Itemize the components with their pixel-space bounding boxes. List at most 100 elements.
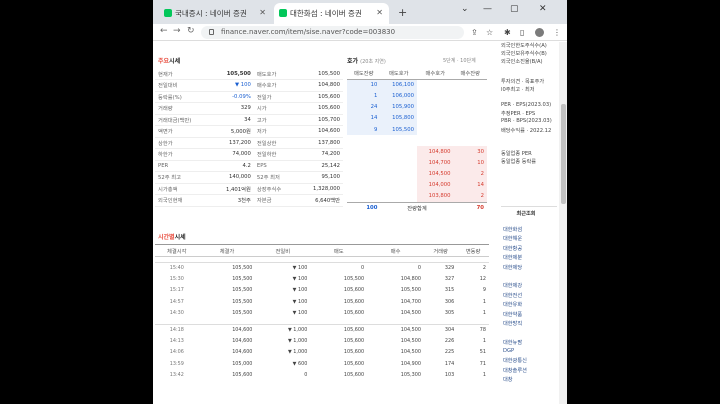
bid-price: 104,700	[400, 298, 421, 305]
recent-stock-link[interactable]: 대한화섬	[503, 226, 557, 235]
chevron-down-icon[interactable]: ⌄	[461, 4, 469, 14]
quote-label: 자본금	[253, 194, 297, 207]
history-header-cell: 체결가	[198, 244, 256, 257]
scrollbar-track[interactable]	[559, 42, 567, 404]
empty-cell	[380, 180, 417, 191]
trade-price: 105,500	[232, 276, 253, 283]
extensions-icon[interactable]: ✱	[504, 28, 511, 37]
quote-label: 상장주식수	[253, 183, 297, 195]
empty-cell	[380, 169, 417, 180]
recent-stock-link[interactable]: 대창	[503, 376, 557, 385]
sidebar-icon[interactable]: ▯	[520, 28, 524, 37]
quote-value: 104,800	[296, 79, 343, 92]
empty-cell	[380, 191, 417, 202]
recent-stock-link[interactable]: 대한제당	[503, 264, 557, 273]
volume: 226	[444, 338, 455, 345]
empty-cell	[417, 124, 454, 135]
empty-cell	[417, 79, 454, 90]
minimize-icon[interactable]: —	[483, 4, 492, 14]
history-row: 14:06 104,600 ▼ 1,000 105,600 104,500 225 51	[155, 347, 489, 358]
lock-icon	[209, 29, 214, 35]
volume-change: 51	[479, 349, 486, 356]
quote-value: 137,200	[210, 137, 254, 149]
quote-row: 상한가 137,200 전일상한 137,800	[155, 137, 343, 149]
quote-row: 외국인현재 3천주 자본금 6,640백만	[155, 194, 343, 207]
volume: 304	[444, 327, 455, 334]
forward-icon[interactable]: →	[173, 26, 181, 36]
price-change: ▼ 600	[292, 360, 308, 367]
volume-change: 2	[482, 265, 486, 272]
maximize-icon[interactable]: ▢	[510, 4, 519, 14]
history-header: 체결시각 체결가 전일비 매도 매수 거래량 변동량	[155, 244, 489, 257]
bookmark-star-icon[interactable]: ☆	[486, 28, 493, 37]
quote-value: 105,700	[296, 114, 343, 126]
recent-stock-link[interactable]: 대한제강	[503, 282, 557, 291]
quote-value: 137,800	[296, 137, 343, 149]
share-icon[interactable]: ⇪	[471, 28, 478, 37]
industry-label: 동일업종 PER	[501, 151, 532, 157]
ask-row: 14 105,800	[347, 112, 487, 124]
trade-price: 104,600	[232, 349, 253, 356]
ask-price: 105,900	[380, 101, 417, 113]
quote-value: 25,142	[296, 160, 343, 172]
bid-row: 103,800 2	[347, 191, 487, 203]
tab-daehan-hwaseom[interactable]: 대한화섬 : 네이버 증권 ✕	[274, 3, 389, 24]
trade-time: 14:57	[169, 298, 184, 305]
quote-value: -0.09%	[210, 91, 254, 103]
volume-change: 1	[482, 371, 486, 378]
quote-label: 전일하한	[253, 148, 297, 161]
quote-value: 4.2	[210, 160, 254, 172]
price-change: ▼ 100	[292, 287, 308, 294]
volume: 103	[444, 371, 455, 378]
volume: 174	[444, 360, 455, 367]
orderbook-levels-toggle[interactable]: 5단계 · 10단계	[443, 57, 476, 64]
profile-avatar[interactable]	[535, 28, 544, 37]
ask-price: 105,600	[343, 349, 365, 356]
ask-row: 24 105,900	[347, 101, 487, 113]
volume: 329	[444, 265, 455, 272]
quote-label: 저가	[253, 125, 297, 138]
total-label: 잔량합계	[380, 201, 454, 214]
recent-stock-link[interactable]: 대한항공	[503, 245, 557, 254]
metric-label: PER · EPS(2023.03)	[501, 102, 552, 108]
trade-time: 14:06	[169, 349, 184, 356]
price-change: 0	[304, 371, 308, 378]
quote-label: 현재가	[155, 68, 211, 80]
close-tab-icon[interactable]: ✕	[376, 8, 383, 17]
recent-stock-link[interactable]	[503, 329, 557, 338]
close-tab-icon[interactable]: ✕	[259, 8, 266, 17]
menu-icon[interactable]: ⋮	[553, 28, 561, 37]
back-icon[interactable]: ←	[160, 26, 168, 36]
recent-stock-link[interactable]: 대한해운	[503, 235, 557, 244]
recent-stock-link[interactable]: 대창솔루션	[503, 367, 557, 376]
tab-domestic-market[interactable]: 국내증시 : 네이버 증권 ✕	[159, 3, 272, 24]
close-window-icon[interactable]: ✕	[539, 4, 547, 14]
recent-stock-link[interactable]	[503, 273, 557, 282]
recent-stock-link[interactable]: 대한유화	[503, 301, 557, 310]
volume-change: 9	[482, 287, 486, 294]
trade-price: 105,500	[232, 265, 253, 272]
volume-change: 1	[482, 309, 486, 316]
new-tab-icon[interactable]: +	[398, 6, 407, 19]
quote-row: 시가총액 1,401억원 상장주식수 1,328,000	[155, 183, 343, 195]
tab-bar: 국내증시 : 네이버 증권 ✕ 대한화섬 : 네이버 증권 ✕ + ⌄ — ▢ …	[153, 0, 567, 24]
orderbook-header-cell: 매도호가	[380, 68, 417, 80]
scrollbar-thumb[interactable]	[561, 104, 566, 204]
quote-label: 하한가	[155, 148, 211, 161]
quote-row: 전일대비 ▼ 100 매수호가 104,800	[155, 79, 343, 92]
quote-row: 등락률(%) -0.09% 전일가 105,600	[155, 91, 343, 103]
recent-stock-link[interactable]: 대한약품	[503, 311, 557, 320]
recent-stock-link[interactable]: DGP	[503, 348, 557, 357]
recent-stock-link[interactable]: 대한뉴팜	[503, 339, 557, 348]
recent-stock-link[interactable]: 대한전선	[503, 292, 557, 301]
quote-label: 상한가	[155, 137, 211, 149]
quote-value: 1,328,000	[296, 183, 343, 195]
recent-stock-link[interactable]: 대한광통신	[503, 357, 557, 366]
price-change: ▼ 1,000	[287, 349, 308, 356]
recent-stock-link[interactable]: 대한방직	[503, 320, 557, 329]
quote-value: 105,600	[296, 102, 343, 115]
ask-quantity: 10	[347, 79, 381, 91]
recent-stock-link[interactable]: 대한제분	[503, 254, 557, 263]
reload-icon[interactable]: ↻	[187, 26, 195, 36]
url-input[interactable]: finance.naver.com/item/sise.naver?code=0…	[201, 26, 464, 39]
